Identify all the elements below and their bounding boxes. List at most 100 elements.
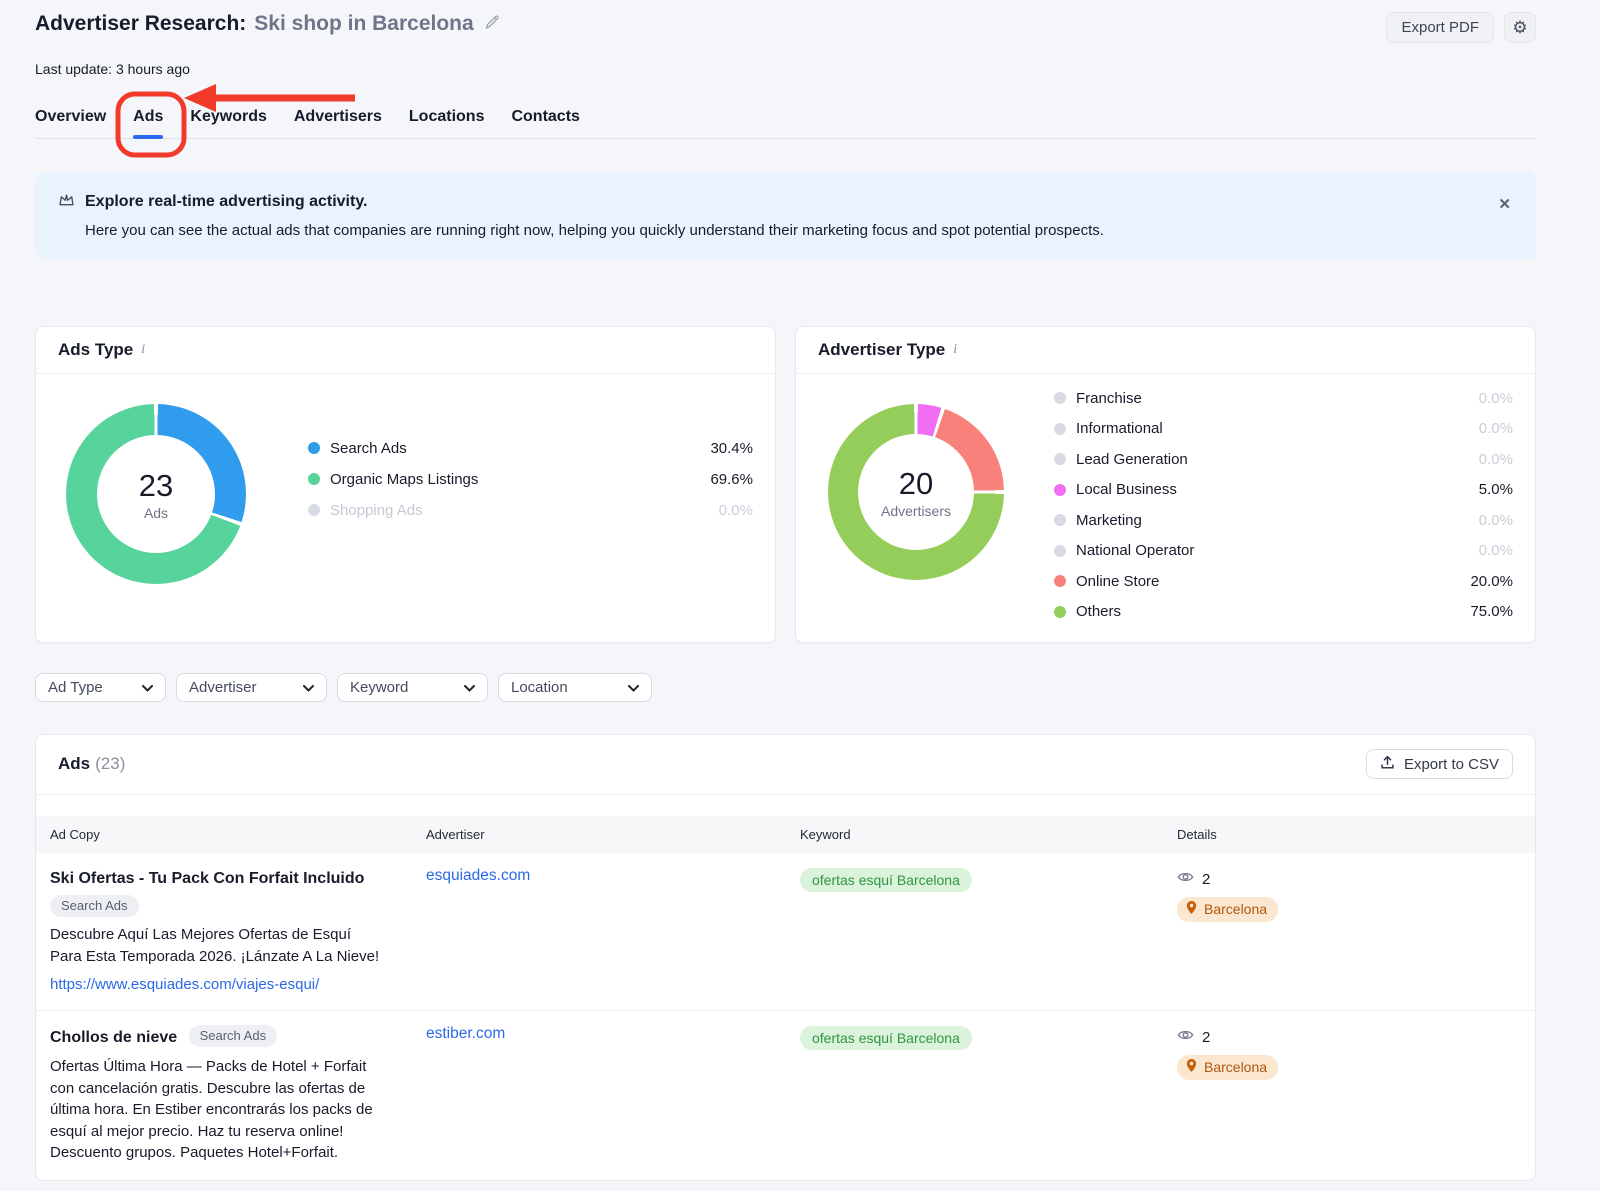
ad-title: Chollos de nieve	[50, 1029, 177, 1046]
legend-item-search-ads: Search Ads 30.4%	[308, 433, 753, 464]
legend-dot	[308, 442, 320, 454]
legend-item-local-business: Local Business 5.0%	[1054, 475, 1513, 506]
views-count: 2	[1202, 1029, 1210, 1046]
advertisers-count-label: Advertisers	[881, 503, 951, 519]
advertiser-filter[interactable]: Advertiser	[176, 673, 327, 702]
tab-keywords[interactable]: Keywords	[190, 108, 266, 126]
tab-advertisers[interactable]: Advertisers	[294, 108, 382, 126]
legend-dot	[308, 473, 320, 485]
banner-title-row: Explore real-time advertising activity.	[57, 191, 1512, 213]
legend-dot	[308, 504, 320, 516]
ads-count-value: 23	[139, 468, 173, 504]
export-csv-button[interactable]: Export to CSV	[1366, 749, 1513, 779]
ads-count-badge: (23)	[95, 754, 125, 773]
close-icon[interactable]: ✕	[1498, 197, 1511, 212]
charts-row: Ads Type i 23 Ads Search Ads 30.4%	[35, 326, 1536, 643]
filters-row: Ad Type Advertiser Keyword Location	[35, 673, 1536, 702]
keyword-pill[interactable]: ofertas esquí Barcelona	[800, 868, 972, 892]
export-pdf-button[interactable]: Export PDF	[1386, 12, 1494, 43]
banner-body: Here you can see the actual ads that com…	[85, 222, 1512, 239]
ad-title: Ski Ofertas - Tu Pack Con Forfait Inclui…	[50, 870, 364, 887]
ads-type-card: Ads Type i 23 Ads Search Ads 30.4%	[35, 326, 776, 643]
table-row: Chollos de nieve Search Ads Ofertas Últi…	[36, 1011, 1535, 1180]
ads-type-legend: Search Ads 30.4% Organic Maps Listings 6…	[308, 374, 753, 584]
legend-dot	[1054, 545, 1066, 557]
report-name: Advertiser Research:	[35, 12, 246, 36]
chevron-down-icon	[464, 679, 475, 696]
ad-url-link[interactable]: https://www.esquiades.com/viajes-esqui/	[50, 976, 319, 993]
ad-description: Ofertas Última Hora — Packs de Hotel + F…	[50, 1056, 382, 1164]
advertiser-cell: esquiades.com	[426, 867, 800, 994]
legend-dot	[1054, 575, 1066, 587]
tab-overview[interactable]: Overview	[35, 108, 106, 126]
upload-icon	[1380, 755, 1395, 774]
table-column-headers: Ad Copy Advertiser Keyword Details	[36, 816, 1535, 853]
ad-type-badge: Search Ads	[189, 1025, 278, 1047]
advertiser-link[interactable]: estiber.com	[426, 1025, 505, 1042]
gear-icon: ⚙	[1512, 18, 1527, 38]
advertiser-type-card: Advertiser Type i 20 Advertisers Franchi…	[795, 326, 1536, 643]
legend-item-online-store: Online Store 20.0%	[1054, 566, 1513, 597]
chevron-down-icon	[303, 679, 314, 696]
location-filter[interactable]: Location	[498, 673, 652, 702]
advertisers-count-value: 20	[899, 466, 933, 502]
ad-copy-cell: Ski Ofertas - Tu Pack Con Forfait Inclui…	[50, 867, 402, 994]
ad-copy-cell: Chollos de nieve Search Ads Ofertas Últi…	[50, 1025, 402, 1164]
location-pill[interactable]: Barcelona	[1177, 897, 1278, 922]
advertiser-cell: estiber.com	[426, 1025, 800, 1164]
ads-count-label: Ads	[144, 505, 168, 521]
last-update-label: Last update: 3 hours ago	[35, 61, 1536, 77]
ads-table-card: Ads(23) Export to CSV Ad Copy Advertiser…	[35, 734, 1536, 1181]
legend-dot	[1054, 606, 1066, 618]
eye-icon	[1177, 870, 1194, 888]
legend-item-franchise: Franchise 0.0%	[1054, 383, 1513, 414]
header-actions: Export PDF ⚙	[1386, 12, 1536, 43]
edit-icon[interactable]	[484, 12, 501, 36]
table-row: Ski Ofertas - Tu Pack Con Forfait Inclui…	[36, 853, 1535, 1011]
advertiser-type-donut-chart: 20 Advertisers	[828, 404, 1004, 580]
map-pin-icon	[1185, 1058, 1198, 1076]
legend-item-informational: Informational 0.0%	[1054, 414, 1513, 445]
details-cell: 2 Barcelona	[1177, 867, 1521, 994]
legend-item-lead-generation: Lead Generation 0.0%	[1054, 444, 1513, 475]
advertiser-link[interactable]: esquiades.com	[426, 867, 530, 884]
eye-icon	[1177, 1028, 1194, 1046]
location-pill[interactable]: Barcelona	[1177, 1055, 1278, 1080]
tab-locations[interactable]: Locations	[409, 108, 485, 126]
settings-button[interactable]: ⚙	[1504, 12, 1536, 43]
keyword-cell: ofertas esquí Barcelona	[800, 867, 1177, 994]
legend-item-shopping-ads: Shopping Ads 0.0%	[308, 495, 753, 526]
legend-item-organic-maps-listings: Organic Maps Listings 69.6%	[308, 464, 753, 495]
ads-type-title: Ads Type	[58, 340, 133, 360]
tabs-section: Overview Ads Keywords Advertisers Locati…	[35, 108, 1536, 139]
advertiser-type-legend: Franchise 0.0% Informational 0.0% Lead G…	[1054, 374, 1513, 627]
keyword-filter[interactable]: Keyword	[337, 673, 488, 702]
info-icon[interactable]: i	[141, 342, 145, 358]
col-keyword: Keyword	[800, 816, 1177, 853]
col-details: Details	[1177, 816, 1521, 853]
ad-type-badge: Search Ads	[50, 895, 139, 917]
details-cell: 2 Barcelona	[1177, 1025, 1521, 1164]
keyword-pill[interactable]: ofertas esquí Barcelona	[800, 1026, 972, 1050]
ad-type-filter[interactable]: Ad Type	[35, 673, 166, 702]
chevron-down-icon	[142, 679, 153, 696]
tab-ads[interactable]: Ads	[133, 108, 163, 126]
legend-dot	[1054, 423, 1066, 435]
keyword-cell: ofertas esquí Barcelona	[800, 1025, 1177, 1164]
legend-item-others: Others 75.0%	[1054, 597, 1513, 628]
ads-type-donut-chart: 23 Ads	[66, 404, 246, 584]
info-icon[interactable]: i	[953, 342, 957, 358]
col-advertiser: Advertiser	[426, 816, 800, 853]
chevron-down-icon	[628, 679, 639, 696]
legend-dot	[1054, 514, 1066, 526]
advertiser-type-title: Advertiser Type	[818, 340, 945, 360]
legend-dot	[1054, 484, 1066, 496]
map-pin-icon	[1185, 900, 1198, 918]
project-name: Ski shop in Barcelona	[254, 12, 473, 36]
ads-table-header: Ads(23) Export to CSV	[36, 735, 1535, 795]
legend-item-national-operator: National Operator 0.0%	[1054, 536, 1513, 567]
tab-contacts[interactable]: Contacts	[511, 108, 579, 126]
views-count: 2	[1202, 871, 1210, 888]
legend-item-marketing: Marketing 0.0%	[1054, 505, 1513, 536]
legend-dot	[1054, 392, 1066, 404]
